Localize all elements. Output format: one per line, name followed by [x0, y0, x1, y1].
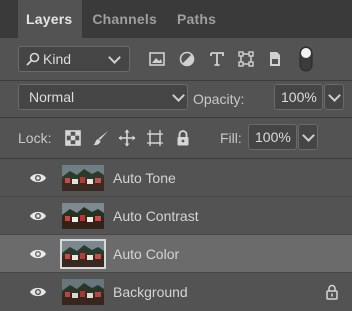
fill-value: 100% [255, 129, 291, 145]
visibility-eye-icon[interactable] [29, 285, 47, 299]
lock-position-icon[interactable] [118, 129, 136, 147]
fill-slider-button[interactable] [298, 124, 318, 150]
filter-kind-value: Kind [43, 51, 72, 67]
tab-channels[interactable]: Channels [82, 0, 167, 38]
layer-name[interactable]: Auto Contrast [113, 208, 199, 224]
layers-panel: Layers Channels Paths Kind Normal Opacit… [0, 0, 352, 309]
layer-name[interactable]: Auto Color [113, 246, 179, 262]
chevron-down-icon [302, 129, 315, 142]
layer-name[interactable]: Background [113, 284, 188, 300]
tab-paths[interactable]: Paths [167, 0, 226, 38]
visibility-eye-icon[interactable] [29, 171, 47, 185]
tab-layers[interactable]: Layers [18, 0, 83, 38]
panel-tab-bar: Layers Channels Paths [0, 0, 352, 38]
blend-mode-value: Normal [29, 89, 75, 105]
lock-all-icon[interactable] [174, 129, 192, 147]
lock-transparent-pixels-icon[interactable] [64, 129, 82, 147]
layer-filter-row: Kind [0, 38, 352, 81]
layer-name[interactable]: Auto Tone [113, 170, 176, 186]
lock-row: Lock: Fill: 100% [0, 118, 352, 159]
blend-mode-dropdown[interactable]: Normal [18, 84, 188, 110]
filter-kind-dropdown[interactable]: Kind [18, 46, 130, 72]
layer-thumbnail[interactable] [62, 203, 104, 229]
fill-input[interactable]: 100% [248, 124, 297, 150]
smart-object-filter-icon[interactable] [266, 50, 284, 68]
lock-label: Lock: [18, 130, 52, 146]
opacity-label: Opacity: [193, 91, 245, 107]
type-layer-filter-icon[interactable] [208, 50, 226, 68]
opacity-slider-button[interactable] [324, 84, 344, 110]
adjustment-layer-filter-icon[interactable] [178, 50, 196, 68]
layer-thumbnail[interactable] [62, 165, 104, 191]
blend-row: Normal Opacity: 100% [0, 81, 352, 118]
visibility-eye-icon[interactable] [29, 209, 47, 223]
chevron-down-icon [108, 51, 121, 64]
chevron-down-icon [172, 89, 185, 102]
opacity-value: 100% [281, 89, 317, 105]
layer-row-background[interactable]: Background [0, 273, 352, 311]
layer-row-auto-tone[interactable]: Auto Tone [0, 159, 352, 197]
filter-toggle-icon[interactable] [298, 46, 314, 72]
lock-image-pixels-icon[interactable] [92, 129, 110, 147]
chevron-down-icon [328, 89, 341, 102]
layer-row-auto-color[interactable]: Auto Color [0, 235, 352, 273]
layer-row-auto-contrast[interactable]: Auto Contrast [0, 197, 352, 235]
layer-lock-icon[interactable] [325, 284, 339, 300]
fill-label: Fill: [220, 130, 242, 146]
opacity-input[interactable]: 100% [274, 84, 323, 110]
lock-artboard-icon[interactable] [146, 129, 164, 147]
search-icon [26, 52, 40, 66]
shape-layer-filter-icon[interactable] [237, 50, 255, 68]
layer-thumbnail[interactable] [62, 279, 104, 305]
visibility-eye-icon[interactable] [29, 247, 47, 261]
layer-thumbnail[interactable] [60, 239, 106, 269]
pixel-layer-filter-icon[interactable] [148, 50, 166, 68]
